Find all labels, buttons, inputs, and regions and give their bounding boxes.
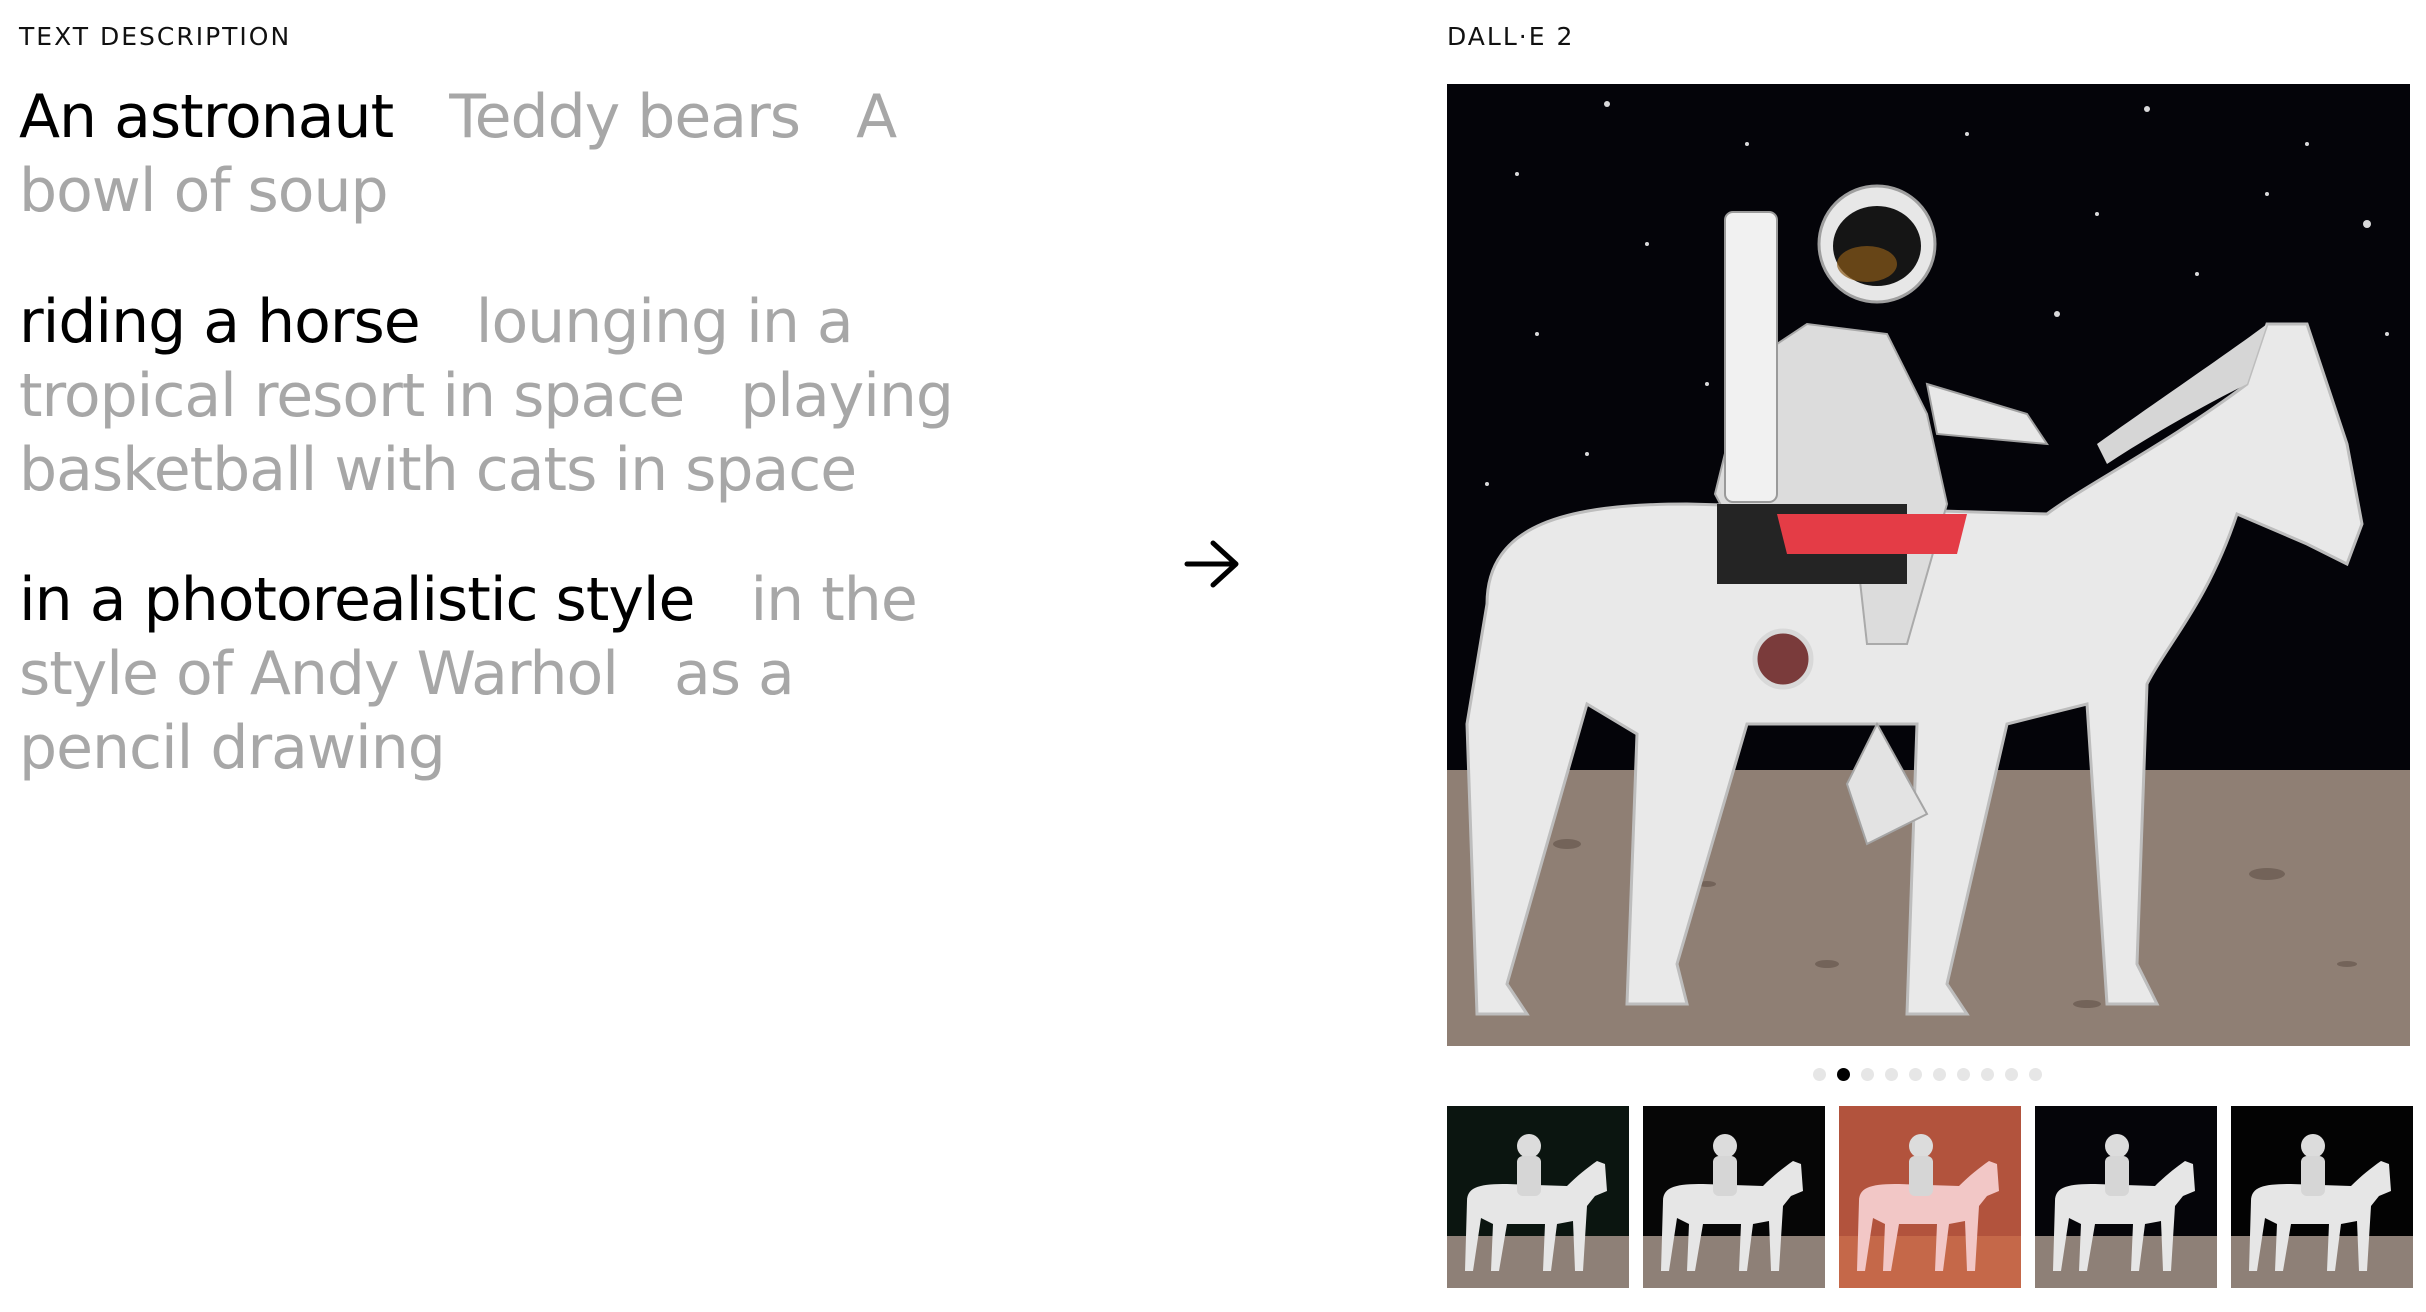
astronaut-horse-moon-alt-thumb[interactable] [2231, 1106, 2413, 1288]
option-photorealistic-style[interactable]: in a photorealistic style [19, 565, 695, 635]
carousel-dot[interactable] [1933, 1068, 1946, 1081]
carousel-dot[interactable] [1957, 1068, 1970, 1081]
style-options: in a photorealistic style in the style o… [19, 563, 979, 785]
text-description-label: TEXT DESCRIPTION [19, 22, 292, 51]
carousel-dots [1813, 1068, 2042, 1081]
carousel-dot[interactable] [1885, 1068, 1898, 1081]
astronaut-horse-space-thumb[interactable] [1447, 1106, 1629, 1288]
carousel-dot[interactable] [1837, 1068, 1850, 1081]
carousel-dot[interactable] [1813, 1068, 1826, 1081]
carousel-dot[interactable] [1981, 1068, 1994, 1081]
dalle-label: DALL·E 2 [1447, 22, 1575, 51]
carousel-dot[interactable] [2005, 1068, 2018, 1081]
carousel-dot[interactable] [2029, 1068, 2042, 1081]
astronaut-horse-moon-thumb[interactable] [1643, 1106, 1825, 1288]
arrow-right-icon [1183, 538, 1241, 590]
astronaut-pink-horse-mars-thumb[interactable] [1839, 1106, 2021, 1288]
option-teddy-bears[interactable]: Teddy bears [449, 82, 801, 152]
carousel-dot[interactable] [1909, 1068, 1922, 1081]
option-an-astronaut[interactable]: An astronaut [19, 82, 394, 152]
subject-options: An astronaut Teddy bears A bowl of soup [19, 80, 979, 228]
option-riding-a-horse[interactable]: riding a horse [19, 287, 421, 357]
generated-image [1447, 84, 2410, 1046]
astronaut-horse-dark-thumb[interactable] [2035, 1106, 2217, 1288]
thumbnail-strip [1447, 1106, 2413, 1288]
action-options: riding a horse lounging in a tropical re… [19, 285, 979, 507]
carousel-dot[interactable] [1861, 1068, 1874, 1081]
